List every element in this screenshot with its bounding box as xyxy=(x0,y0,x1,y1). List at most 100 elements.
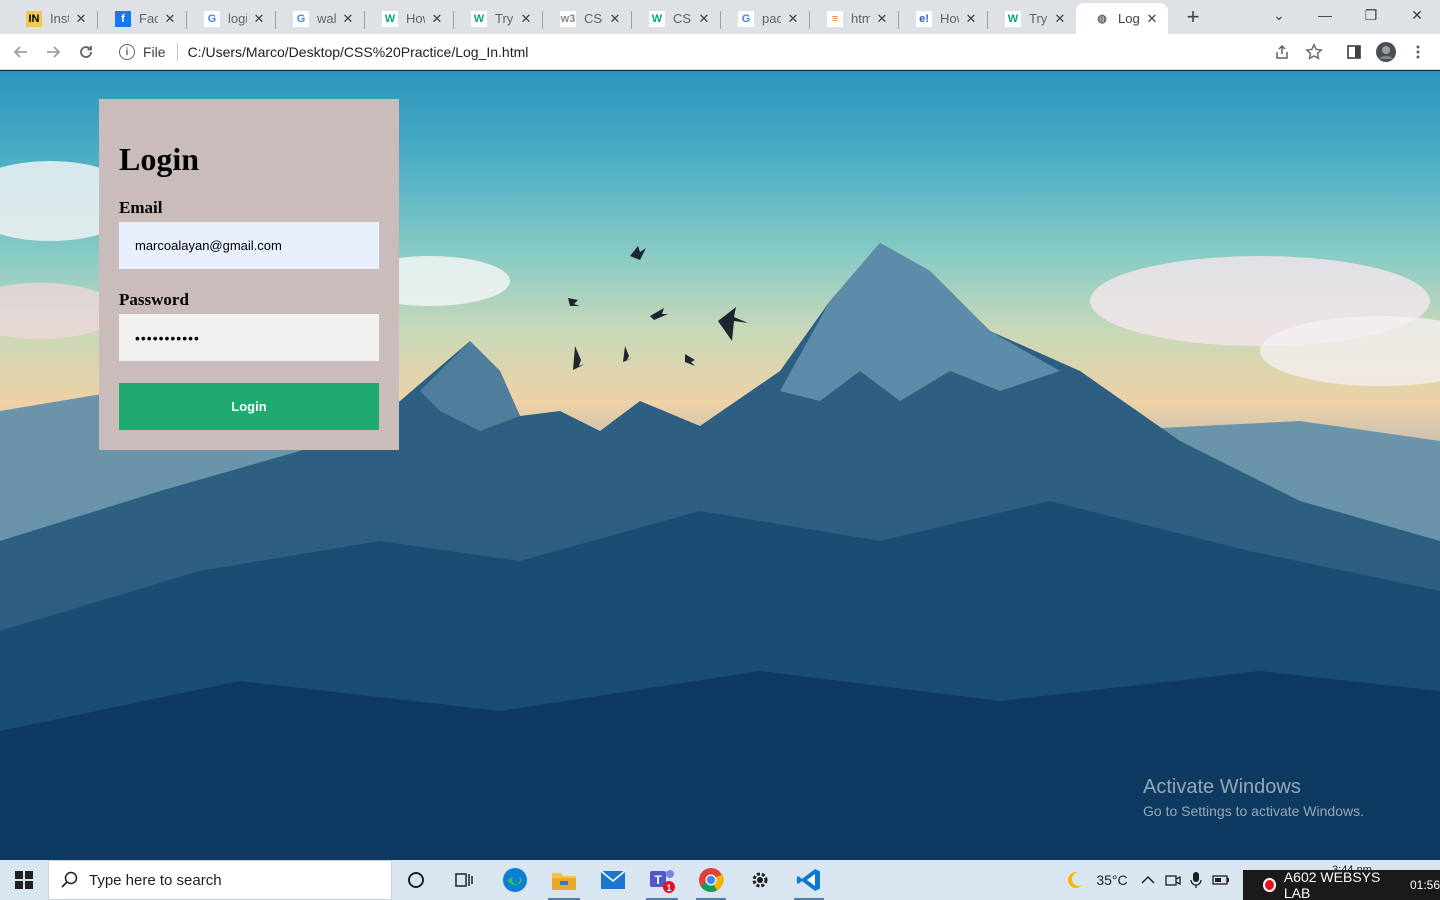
tab-title: padc xyxy=(762,11,781,26)
url-scheme: File xyxy=(143,44,166,60)
browser-tab[interactable]: W CSS ✕ xyxy=(631,3,721,34)
browser-tab[interactable]: Glogin ✕ xyxy=(186,3,276,34)
tab-close-icon[interactable]: ✕ xyxy=(785,11,801,27)
restore-button[interactable]: ❐ xyxy=(1348,0,1394,30)
tab-close-icon[interactable]: ✕ xyxy=(1052,11,1068,27)
tab-close-icon[interactable]: ✕ xyxy=(162,11,178,27)
search-icon xyxy=(61,871,79,889)
camera-icon xyxy=(1165,875,1181,886)
search-placeholder: Type here to search xyxy=(89,871,222,889)
password-label: Password xyxy=(119,290,189,309)
browser-toolbar: i File C:/Users/Marco/Desktop/CSS%20Prac… xyxy=(0,34,1440,70)
browser-tab[interactable]: f Facel ✕ xyxy=(97,3,187,34)
w3schools-icon: W xyxy=(471,10,487,27)
tab-close-icon[interactable]: ✕ xyxy=(874,11,890,27)
tab-close-icon[interactable]: ✕ xyxy=(73,11,89,27)
tab-search-icon[interactable]: ⌄ xyxy=(1256,0,1302,30)
lab-label: A602 WEBSYS LAB xyxy=(1283,869,1381,900)
browser-tab[interactable]: W Tryit ✕ xyxy=(987,3,1077,34)
tab-close-icon[interactable]: ✕ xyxy=(429,11,445,27)
tray-meet-now[interactable] xyxy=(1162,860,1184,900)
back-button[interactable] xyxy=(8,39,34,65)
login-card: Login Email Password Login xyxy=(99,99,399,450)
email-label: Email xyxy=(119,198,163,217)
tab-close-icon[interactable]: ✕ xyxy=(1144,11,1160,27)
tab-title: html xyxy=(851,11,870,26)
taskbar-search[interactable]: Type here to search xyxy=(48,860,392,900)
taskbar-file-explorer[interactable] xyxy=(542,860,586,900)
tray-battery[interactable] xyxy=(1210,860,1232,900)
tab-title: How xyxy=(940,11,959,26)
profile-avatar[interactable] xyxy=(1373,39,1399,65)
tab-close-icon[interactable]: ✕ xyxy=(963,11,979,27)
browser-tab[interactable]: W How ✕ xyxy=(364,3,454,34)
tab-title: Facel xyxy=(139,11,158,26)
browser-tab[interactable]: e! How ✕ xyxy=(898,3,988,34)
vscode-icon xyxy=(797,869,820,891)
browser-tab[interactable]: w3 CSS ✕ xyxy=(542,3,632,34)
recording-dot-icon xyxy=(1263,878,1276,892)
cortana-button[interactable] xyxy=(396,860,436,900)
minimize-button[interactable]: — xyxy=(1302,0,1348,30)
tab-title: CSS xyxy=(673,11,692,26)
password-field[interactable] xyxy=(119,314,379,361)
lab-indicator: A602 WEBSYS LAB 01:56 xyxy=(1243,869,1440,900)
reload-button[interactable] xyxy=(73,39,99,65)
address-bar[interactable]: i File C:/Users/Marco/Desktop/CSS%20Prac… xyxy=(108,37,1338,67)
chrome-icon xyxy=(699,868,724,893)
globe-icon: ◍ xyxy=(1094,10,1110,27)
share-button[interactable] xyxy=(1269,39,1295,65)
tab-close-icon[interactable]: ✕ xyxy=(607,11,623,27)
url-text[interactable]: C:/Users/Marco/Desktop/CSS%20Practice/Lo… xyxy=(188,44,529,60)
watermark-title: Activate Windows xyxy=(1143,776,1301,798)
teams-badge-count: 1 xyxy=(666,883,671,893)
weather-button[interactable] xyxy=(1064,860,1088,900)
folder-icon xyxy=(552,873,576,890)
menu-button[interactable] xyxy=(1405,39,1431,65)
start-button[interactable] xyxy=(0,860,48,900)
browser-tab[interactable]: ◍ Log ✕ xyxy=(1076,3,1168,34)
back-arrow-icon xyxy=(13,46,27,58)
taskbar-settings[interactable] xyxy=(740,860,780,900)
tab-close-icon[interactable]: ✕ xyxy=(518,11,534,27)
side-panel-icon xyxy=(1347,45,1361,59)
google-icon: G xyxy=(204,10,220,27)
google-icon: G xyxy=(293,10,309,27)
activate-windows-watermark: Activate Windows Go to Settings to activ… xyxy=(1143,776,1364,819)
tab-title: login xyxy=(228,11,247,26)
facebook-icon: f xyxy=(115,10,131,27)
teams-icon: T1 xyxy=(650,870,675,893)
browser-tab[interactable]: Gwallp ✕ xyxy=(275,3,365,34)
watermark-subtitle: Go to Settings to activate Windows. xyxy=(1143,803,1364,819)
email-field[interactable] xyxy=(119,222,379,269)
tray-microphone[interactable] xyxy=(1186,860,1206,900)
browser-tab[interactable]: ≡ html ✕ xyxy=(809,3,899,34)
tray-overflow-button[interactable] xyxy=(1138,860,1158,900)
login-button[interactable]: Login xyxy=(119,383,379,430)
microphone-icon xyxy=(1190,872,1202,888)
taskbar-mail[interactable] xyxy=(592,860,634,900)
tab-close-icon[interactable]: ✕ xyxy=(340,11,356,27)
side-panel-button[interactable] xyxy=(1341,39,1367,65)
browser-tab[interactable]: Gpadc ✕ xyxy=(720,3,810,34)
taskbar-edge[interactable] xyxy=(494,860,536,900)
tab-close-icon[interactable]: ✕ xyxy=(696,11,712,27)
taskbar-vscode[interactable] xyxy=(788,860,830,900)
reload-icon xyxy=(80,46,92,58)
browser-tab[interactable]: W Tryit ✕ xyxy=(453,3,543,34)
tab-close-icon[interactable]: ✕ xyxy=(251,11,267,27)
taskbar-teams[interactable]: T1 xyxy=(640,860,684,900)
new-tab-button[interactable]: + xyxy=(1180,6,1206,28)
battery-icon xyxy=(1212,875,1229,885)
bookmark-button[interactable] xyxy=(1301,39,1327,65)
tab-strip: + ⌄ — ❐ ✕ INInstr✕fFacel✕Glogin✕Gwallp✕W… xyxy=(0,0,1440,34)
browser-tab[interactable]: IN Instr ✕ xyxy=(8,3,98,34)
taskbar: Type here to search T1 35°C xyxy=(0,860,1440,900)
task-view-button[interactable] xyxy=(444,860,484,900)
task-view-icon xyxy=(455,873,473,887)
info-icon[interactable]: i xyxy=(119,44,135,60)
forward-button[interactable] xyxy=(40,39,66,65)
close-window-button[interactable]: ✕ xyxy=(1394,0,1440,30)
weather-temperature[interactable]: 35°C xyxy=(1092,860,1132,900)
taskbar-chrome[interactable] xyxy=(690,860,732,900)
